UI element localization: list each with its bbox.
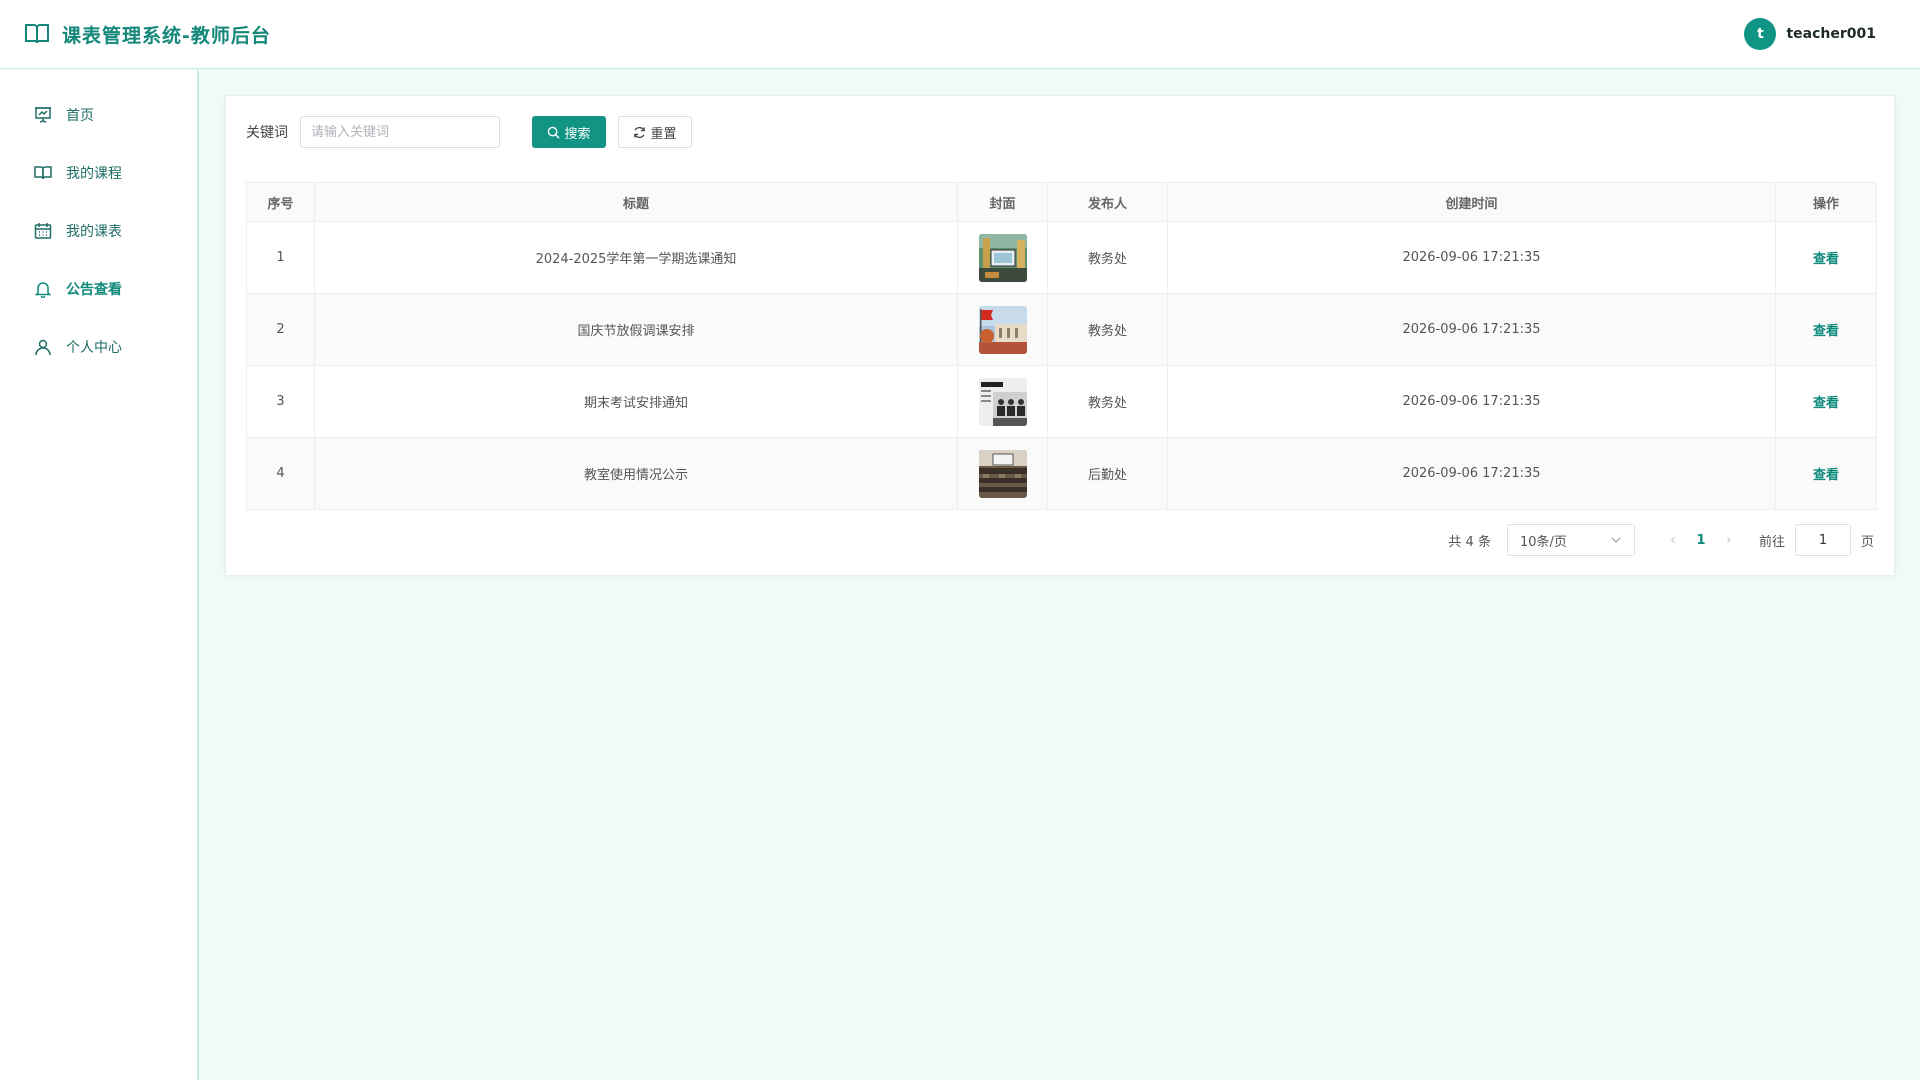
cover-image[interactable] — [978, 305, 1027, 354]
total-count: 共 4 条 — [1448, 534, 1491, 550]
avatar[interactable]: t — [1744, 18, 1777, 50]
row-created: 2026-09-06 17:21:35 — [1167, 221, 1776, 294]
row-action: 查看 — [1775, 437, 1877, 510]
announcement-table: 序号 标题 封面 发布人 创建时间 操作 1 2024-2025学年第一学期选课… — [246, 182, 1877, 510]
table-header-row: 序号 标题 封面 发布人 创建时间 操作 — [246, 182, 1877, 222]
sidebar-item-home[interactable]: 首页 — [0, 86, 197, 144]
row-index: 3 — [246, 365, 315, 438]
row-publisher: 教务处 — [1047, 293, 1168, 366]
search-button-label: 搜索 — [564, 126, 591, 142]
username[interactable]: teacher001 — [1786, 26, 1876, 42]
row-title: 2024-2025学年第一学期选课通知 — [314, 221, 958, 294]
pagination: 共 4 条 10条/页 ‹ 1 › 前往 页 — [1448, 524, 1874, 556]
user-icon — [35, 339, 51, 356]
view-link[interactable]: 查看 — [1813, 396, 1839, 411]
reset-button[interactable]: 重置 — [618, 116, 692, 148]
search-bar: 关键词 搜索 重置 — [246, 116, 1874, 148]
row-title: 教室使用情况公示 — [314, 437, 958, 510]
refresh-icon — [634, 126, 646, 138]
prev-page-button[interactable]: ‹ — [1659, 532, 1687, 548]
table-row: 2 国庆节放假调课安排 教务处 2026-09-06 17:21:35 查看 — [246, 293, 1877, 366]
column-header-title: 标题 — [314, 182, 958, 222]
row-action: 查看 — [1775, 221, 1877, 294]
row-index: 1 — [246, 221, 315, 294]
sidebar-item-label: 我的课表 — [66, 224, 122, 240]
row-index: 2 — [246, 293, 315, 366]
table-row: 4 教室使用情况公示 后勤处 2026-09-06 17:21:35 查看 — [246, 437, 1877, 510]
row-cover — [957, 221, 1048, 294]
sidebar-item-my-timetable[interactable]: 我的课表 — [0, 202, 197, 260]
top-header: 课表管理系统-教师后台 t teacher001 — [0, 0, 1920, 69]
cover-image[interactable] — [978, 377, 1027, 426]
column-header-index: 序号 — [246, 182, 315, 222]
user-menu[interactable]: t teacher001 — [1744, 18, 1896, 50]
sidebar-item-label: 我的课程 — [66, 166, 122, 182]
chevron-down-icon — [1611, 537, 1621, 543]
view-link[interactable]: 查看 — [1813, 468, 1839, 483]
cover-image[interactable] — [978, 449, 1027, 498]
announcement-panel: 关键词 搜索 重置 序号 标题 封面 发布人 创建时间 操作 1 — [225, 95, 1895, 576]
row-title: 国庆节放假调课安排 — [314, 293, 958, 366]
row-publisher: 教务处 — [1047, 365, 1168, 438]
view-link[interactable]: 查看 — [1813, 252, 1839, 267]
reset-button-label: 重置 — [650, 126, 677, 142]
row-created: 2026-09-06 17:21:35 — [1167, 365, 1776, 438]
row-created: 2026-09-06 17:21:35 — [1167, 293, 1776, 366]
column-header-cover: 封面 — [957, 182, 1048, 222]
row-created: 2026-09-06 17:21:35 — [1167, 437, 1776, 510]
table-row: 3 期末考试安排通知 教务处 2026-09-06 17:21:35 查看 — [246, 365, 1877, 438]
row-publisher: 后勤处 — [1047, 437, 1168, 510]
row-publisher: 教务处 — [1047, 221, 1168, 294]
calendar-icon — [34, 223, 52, 239]
app-title: 课表管理系统-教师后台 — [62, 24, 271, 47]
sidebar: 首页 我的课程 我的课表 公告查看 个人中心 — [0, 70, 199, 1080]
search-icon — [548, 126, 561, 139]
column-header-created: 创建时间 — [1167, 182, 1776, 222]
app-logo: 课表管理系统-教师后台 — [24, 21, 271, 48]
page-unit-label: 页 — [1860, 534, 1874, 550]
sidebar-item-profile[interactable]: 个人中心 — [0, 318, 197, 376]
sidebar-item-announcements[interactable]: 公告查看 — [0, 260, 197, 318]
sidebar-item-label: 个人中心 — [66, 340, 122, 356]
keyword-input[interactable] — [300, 116, 500, 148]
row-cover — [957, 365, 1048, 438]
page-size-select[interactable]: 10条/页 — [1506, 524, 1635, 556]
row-cover — [957, 437, 1048, 510]
sidebar-item-label: 首页 — [66, 108, 94, 124]
sidebar-item-label: 公告查看 — [66, 282, 122, 298]
row-cover — [957, 293, 1048, 366]
book-icon — [24, 22, 50, 46]
cover-image[interactable] — [978, 233, 1027, 282]
row-title: 期末考试安排通知 — [314, 365, 958, 438]
keyword-label: 关键词 — [246, 125, 288, 141]
next-page-button[interactable]: › — [1715, 532, 1743, 548]
column-header-publisher: 发布人 — [1047, 182, 1168, 222]
search-button[interactable]: 搜索 — [532, 116, 606, 148]
book-icon — [34, 166, 52, 180]
goto-label: 前往 — [1758, 534, 1785, 550]
table-row: 1 2024-2025学年第一学期选课通知 教务处 2026-09-06 17:… — [246, 221, 1877, 294]
column-header-action: 操作 — [1775, 182, 1877, 222]
page-number-current[interactable]: 1 — [1687, 533, 1715, 548]
page-size-value: 10条/页 — [1519, 534, 1567, 550]
goto-page-input[interactable] — [1794, 524, 1851, 556]
row-action: 查看 — [1775, 293, 1877, 366]
sidebar-item-my-courses[interactable]: 我的课程 — [0, 144, 197, 202]
row-index: 4 — [246, 437, 315, 510]
bell-icon — [34, 282, 52, 298]
row-action: 查看 — [1775, 365, 1877, 438]
presentation-icon — [35, 107, 51, 123]
view-link[interactable]: 查看 — [1813, 324, 1839, 339]
